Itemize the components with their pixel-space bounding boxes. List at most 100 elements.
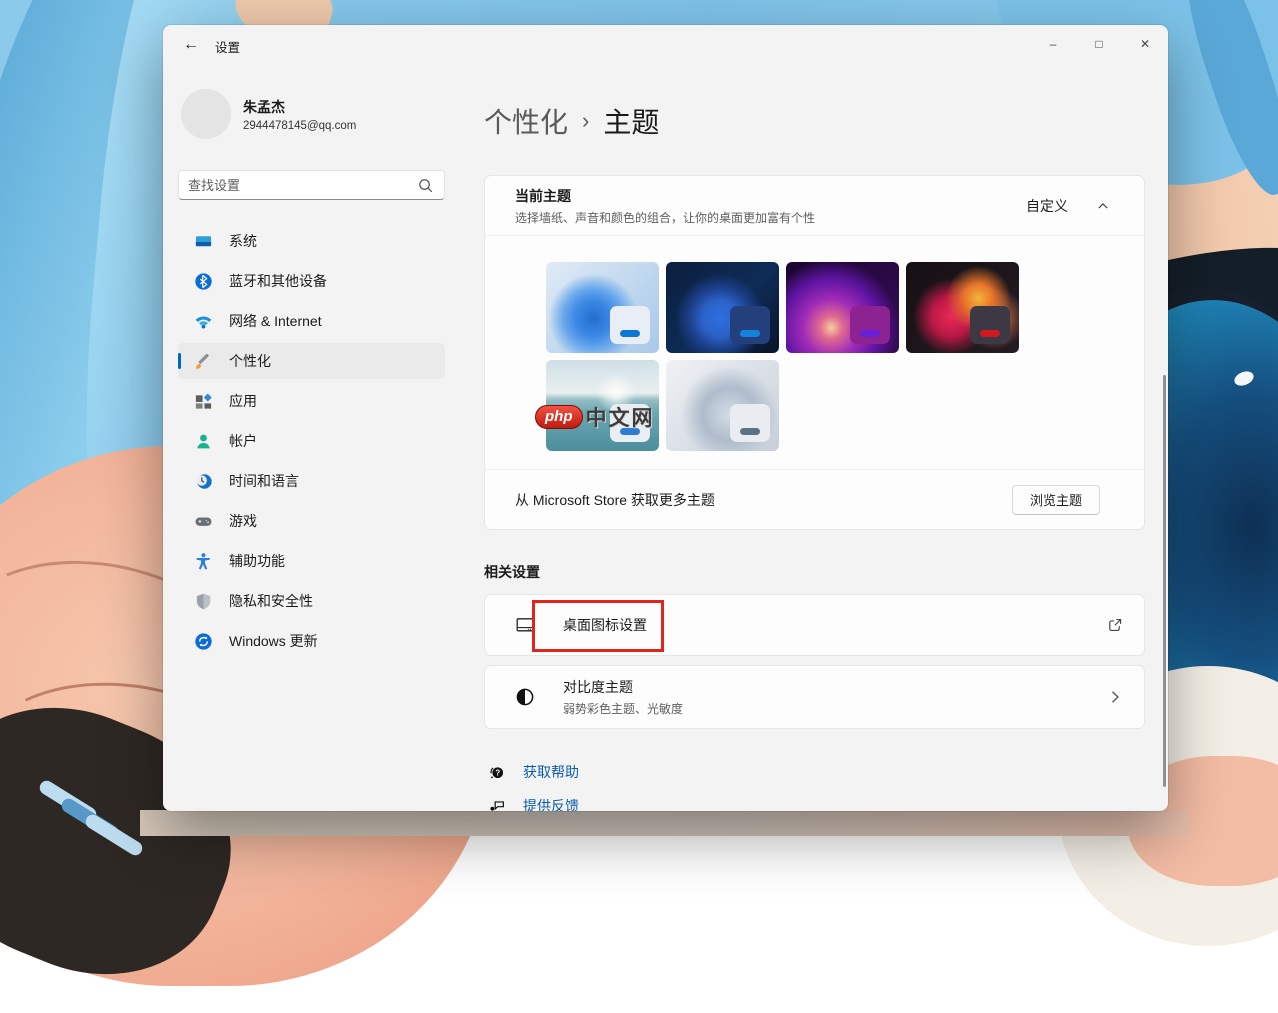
store-label: 从 Microsoft Store 获取更多主题 (515, 490, 715, 510)
related-settings-heading: 相关设置 (484, 562, 1145, 582)
related-row-1[interactable]: 对比度主题弱势彩色主题、光敏度 (484, 665, 1145, 729)
sidebar-item-3[interactable]: 个性化 (178, 343, 445, 379)
minimize-button[interactable]: – (1030, 25, 1076, 62)
accounts-icon (194, 432, 213, 451)
breadcrumb-separator: › (582, 108, 589, 134)
system-icon (194, 232, 213, 251)
sidebar-item-label: 应用 (229, 391, 257, 411)
selected-accent-bar (178, 353, 181, 369)
current-theme-header[interactable]: 当前主题 选择墙纸、声音和颜色的组合，让你的桌面更加富有个性 自定义 (485, 176, 1144, 235)
store-row: 从 Microsoft Store 获取更多主题 浏览主题 (485, 470, 1144, 529)
theme-thumbnail-captured-motion[interactable] (906, 262, 1019, 353)
theme-thumbnail-glow-purple[interactable] (786, 262, 899, 353)
contrast-icon (515, 687, 535, 707)
sidebar-item-0[interactable]: 系统 (178, 223, 445, 259)
feedback-icon (487, 797, 506, 812)
wallpaper-bottom-band (140, 810, 1188, 836)
related-row-0[interactable]: 桌面图标设置 (484, 594, 1145, 656)
sidebar-item-1[interactable]: 蓝牙和其他设备 (178, 263, 445, 299)
windows-update-icon (194, 632, 213, 651)
theme-tile-preview (730, 306, 770, 344)
related-settings: 桌面图标设置对比度主题弱势彩色主题、光敏度 (484, 594, 1145, 729)
related-row-title: 对比度主题 (563, 677, 683, 697)
user-profile[interactable]: 朱孟杰 2944478145@qq.com (181, 89, 445, 139)
theme-tile-preview (850, 306, 890, 344)
sidebar-item-label: Windows 更新 (229, 631, 318, 651)
theme-accent-pill (740, 428, 760, 435)
svg-text:?: ? (495, 768, 500, 777)
desktop-icon (515, 615, 535, 635)
sidebar-item-label: 网络 & Internet (229, 311, 322, 331)
user-name: 朱孟杰 (243, 97, 356, 117)
current-theme-card: 当前主题 选择墙纸、声音和颜色的组合，让你的桌面更加富有个性 自定义 php 中… (484, 175, 1145, 530)
watermark: php 中文网 (535, 402, 655, 432)
privacy-icon (194, 592, 213, 611)
related-row-title: 桌面图标设置 (563, 615, 647, 635)
sidebar-item-label: 系统 (229, 231, 257, 251)
avatar (181, 89, 231, 139)
breadcrumb-parent[interactable]: 个性化 (484, 101, 568, 141)
theme-tile-preview (970, 306, 1010, 344)
main-content: 个性化 › 主题 当前主题 选择墙纸、声音和颜色的组合，让你的桌面更加富有个性 … (484, 75, 1145, 811)
watermark-badge: php (535, 405, 583, 429)
theme-thumbnails-section: php 中文网 (485, 236, 1144, 469)
theme-thumbnail-windows-light[interactable] (546, 262, 659, 353)
sidebar-item-label: 游戏 (229, 511, 257, 531)
sidebar-item-label: 个性化 (229, 351, 271, 371)
theme-thumbnail-flow-gray[interactable] (666, 360, 779, 451)
sidebar-item-2[interactable]: 网络 & Internet (178, 303, 445, 339)
current-theme-subtitle: 选择墙纸、声音和颜色的组合，让你的桌面更加富有个性 (515, 209, 815, 226)
settings-window: ← 设置 – □ ✕ 朱孟杰 2944478145@qq.com 系统蓝牙和其他… (163, 25, 1168, 811)
sidebar-item-6[interactable]: 时间和语言 (178, 463, 445, 499)
bluetooth-icon (194, 272, 213, 291)
help-icon: ? (487, 763, 506, 782)
search-box[interactable] (178, 170, 445, 200)
titlebar[interactable]: ← 设置 – □ ✕ (163, 25, 1168, 63)
vertical-scrollbar[interactable] (1163, 375, 1166, 787)
network-icon (194, 312, 213, 331)
footer-link-label: 提供反馈 (523, 796, 579, 811)
close-button[interactable]: ✕ (1122, 25, 1168, 62)
personalization-icon (194, 352, 213, 371)
sidebar-item-label: 辅助功能 (229, 551, 285, 571)
footer-link-label: 获取帮助 (523, 762, 579, 782)
sidebar-item-4[interactable]: 应用 (178, 383, 445, 419)
customize-expander[interactable]: 自定义 (1026, 196, 1124, 216)
external-link-icon (1106, 616, 1124, 634)
footer-link[interactable]: ? 获取帮助 (487, 759, 1145, 785)
window-controls: – □ ✕ (1030, 25, 1168, 62)
sidebar-item-label: 时间和语言 (229, 471, 299, 491)
sidebar-nav: 系统蓝牙和其他设备网络 & Internet 个性化应用帐户时间和语言游戏辅助功能… (178, 223, 445, 659)
accessibility-icon (194, 552, 213, 571)
sidebar-item-7[interactable]: 游戏 (178, 503, 445, 539)
user-email: 2944478145@qq.com (243, 120, 356, 132)
breadcrumb: 个性化 › 主题 (484, 101, 1145, 141)
sidebar: 朱孟杰 2944478145@qq.com 系统蓝牙和其他设备网络 & Inte… (178, 75, 445, 663)
footer-links: ? 获取帮助提供反馈 (484, 759, 1145, 811)
theme-thumbnail-windows-dark[interactable] (666, 262, 779, 353)
window-title: 设置 (215, 37, 240, 56)
search-icon (416, 176, 435, 195)
back-button[interactable]: ← (175, 31, 207, 58)
theme-accent-pill (740, 330, 760, 337)
apps-icon (194, 392, 213, 411)
sidebar-item-9[interactable]: 隐私和安全性 (178, 583, 445, 619)
browse-themes-button[interactable]: 浏览主题 (1012, 485, 1100, 515)
current-theme-title: 当前主题 (515, 186, 815, 206)
chevron-up-icon[interactable] (1096, 199, 1110, 213)
theme-tile-preview (730, 404, 770, 442)
theme-accent-pill (860, 330, 880, 337)
sidebar-item-8[interactable]: 辅助功能 (178, 543, 445, 579)
theme-accent-pill (980, 330, 1000, 337)
maximize-button[interactable]: □ (1076, 25, 1122, 62)
customize-label: 自定义 (1026, 196, 1068, 216)
sidebar-item-10[interactable]: Windows 更新 (178, 623, 445, 659)
sidebar-item-5[interactable]: 帐户 (178, 423, 445, 459)
search-input[interactable] (188, 178, 416, 193)
footer-link[interactable]: 提供反馈 (487, 793, 1145, 811)
sidebar-item-label: 隐私和安全性 (229, 591, 313, 611)
sidebar-item-label: 帐户 (229, 431, 257, 451)
sidebar-item-label: 蓝牙和其他设备 (229, 271, 327, 291)
time-language-icon (194, 472, 213, 491)
gaming-icon (194, 512, 213, 531)
